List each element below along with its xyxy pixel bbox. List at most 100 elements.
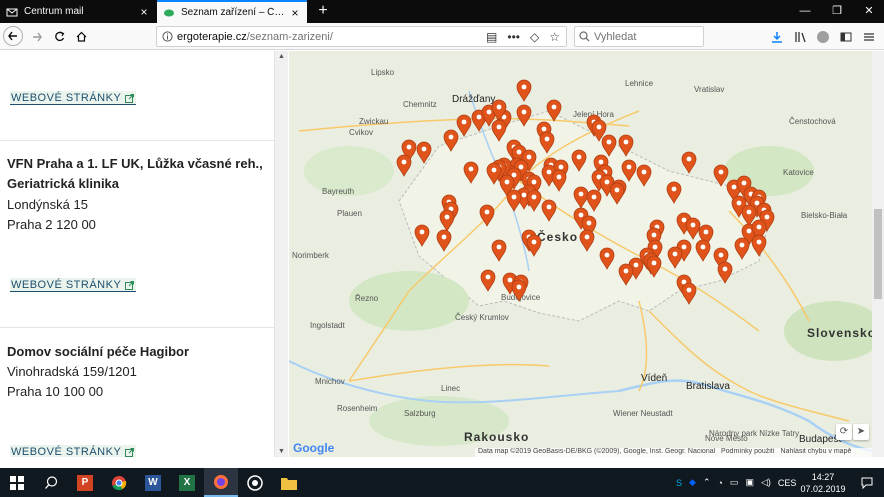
map-label: Mnichov: [315, 377, 345, 386]
website-link[interactable]: WEBOVÉ STRÁNKY: [10, 278, 137, 292]
menu-button[interactable]: [858, 26, 880, 47]
website-link-label: WEBOVÉ STRÁNKY: [11, 446, 122, 457]
dropbox-icon[interactable]: ◆: [689, 477, 696, 488]
facility-list: WEBOVÉ STRÁNKY VFN Praha a 1. LF UK, Lůž…: [0, 51, 274, 457]
minimize-icon[interactable]: —: [790, 0, 820, 23]
new-tab-button[interactable]: +: [312, 0, 334, 23]
network-icon[interactable]: ▣: [745, 477, 754, 488]
page-scrollbar[interactable]: [872, 51, 884, 457]
url-bar[interactable]: ergoterapie.cz/seznam-zarizeni/ ▤ ••• ◇ …: [156, 26, 567, 47]
account-button[interactable]: [812, 26, 834, 47]
website-link[interactable]: WEBOVÉ STRÁNKY: [10, 445, 137, 457]
list-scrollbar[interactable]: ▲ ▼: [274, 51, 288, 457]
close-tab-icon[interactable]: ×: [138, 6, 150, 18]
map-compass-button[interactable]: ➤: [853, 424, 869, 440]
windows-logo-icon: [10, 475, 24, 490]
action-center-button[interactable]: [850, 468, 884, 497]
google-logo[interactable]: Google: [293, 441, 334, 455]
wifi-icon[interactable]: ◔: [717, 478, 722, 488]
website-link-label: WEBOVÉ STRÁNKY: [11, 92, 122, 104]
powerpoint-icon: P: [77, 474, 93, 491]
folder-icon: [281, 477, 297, 490]
skype-icon[interactable]: S: [676, 478, 682, 488]
search-placeholder: Vyhledat: [594, 30, 637, 43]
circle-app-icon: [247, 474, 263, 491]
map-label: Řezno: [355, 294, 379, 303]
tab-strip: Centrum mail × Seznam zařízení – Česká a…: [0, 0, 884, 23]
windows-taskbar: P W X S ◆ ⌃ ◔ ▭ ▣ ◁) CES 14:27 07.02.201…: [0, 468, 884, 497]
external-link-icon: [125, 447, 135, 457]
home-button[interactable]: [70, 26, 92, 47]
scrollbar-thumb[interactable]: [874, 209, 882, 299]
avatar-icon: [817, 30, 829, 43]
taskbar-search-button[interactable]: [34, 468, 68, 497]
pocket-icon[interactable]: ◇: [530, 30, 539, 44]
map-label: Plauen: [337, 209, 362, 218]
page-actions-icon[interactable]: •••: [507, 30, 520, 44]
map-label: Wiener Neustadt: [613, 409, 673, 418]
reader-view-icon[interactable]: ▤: [486, 30, 497, 44]
map-label: Český Krumlov: [455, 313, 509, 322]
taskbar-powerpoint[interactable]: P: [68, 468, 102, 497]
search-input[interactable]: Vyhledat: [574, 26, 704, 47]
forward-button[interactable]: [26, 26, 48, 47]
facility-street: Londýnská 15: [7, 197, 88, 212]
map-canvas[interactable]: Česko Rakousko Slovensko Drážďany Vídeň Brati…: [289, 51, 872, 457]
clock[interactable]: 14:27 07.02.2019: [800, 471, 846, 495]
taskbar-chrome[interactable]: [102, 468, 136, 497]
map-label: Chemnitz: [403, 100, 437, 109]
map-label: Vratislav: [694, 85, 724, 94]
search-icon: [44, 476, 57, 489]
external-link-icon: [125, 93, 135, 103]
language-indicator[interactable]: CES: [778, 478, 797, 488]
start-button[interactable]: [0, 468, 34, 497]
reload-button[interactable]: [48, 26, 70, 47]
terms-link[interactable]: Podmínky použití: [721, 448, 775, 455]
downloads-button[interactable]: [766, 26, 788, 47]
map-label: Zwickau: [359, 117, 388, 126]
close-window-icon[interactable]: ✕: [854, 0, 884, 23]
download-arrow-icon: [772, 31, 782, 43]
map-label: Čenstochová: [789, 117, 836, 126]
map-label: Bielsko-Biała: [801, 211, 848, 220]
map-label: Linec: [441, 384, 460, 393]
map-label: Ingolstadt: [310, 321, 345, 330]
map-label: Rakousko: [464, 430, 529, 444]
map-rotate-button[interactable]: ⟳: [836, 424, 852, 440]
divider: [0, 140, 274, 141]
scroll-up-icon[interactable]: ▲: [278, 53, 285, 60]
map-label: Cvikov: [349, 128, 373, 137]
taskbar-firefox[interactable]: [204, 468, 238, 497]
info-icon[interactable]: [157, 31, 177, 42]
chevron-up-icon[interactable]: ⌃: [703, 477, 711, 488]
facility-name: Domov sociální péče Hagibor: [7, 344, 190, 359]
clock-time: 14:27: [811, 472, 835, 482]
map[interactable]: Česko Rakousko Slovensko Drážďany Vídeň Brati…: [289, 51, 872, 457]
scroll-down-icon[interactable]: ▼: [278, 448, 285, 455]
facility-city: Praha 10 100 00: [7, 384, 104, 399]
site-favicon-icon: [164, 9, 174, 16]
report-error-link[interactable]: Nahlásit chybu v mapě: [781, 448, 852, 455]
map-label: Rosenheim: [337, 404, 378, 413]
library-icon: [795, 31, 806, 42]
map-label: Nové Město: [705, 434, 748, 443]
tab-seznam-zarizeni[interactable]: Seznam zařízení – Česká asociace ergoter…: [157, 0, 307, 23]
sidebar-button[interactable]: [835, 26, 857, 47]
website-link[interactable]: WEBOVÉ STRÁNKY: [10, 91, 137, 105]
taskbar-word[interactable]: W: [136, 468, 170, 497]
taskbar-excel[interactable]: X: [170, 468, 204, 497]
battery-icon[interactable]: ▭: [730, 477, 739, 488]
taskbar-app[interactable]: [238, 468, 272, 497]
library-button[interactable]: [789, 26, 811, 47]
forward-arrow-icon: [33, 32, 42, 41]
external-link-icon: [125, 280, 135, 290]
bookmark-star-icon[interactable]: ☆: [549, 30, 560, 44]
restore-icon[interactable]: ❐: [822, 0, 852, 23]
map-label: Salzburg: [404, 409, 436, 418]
tab-centrum-mail[interactable]: Centrum mail ×: [0, 0, 156, 23]
back-button[interactable]: [3, 26, 23, 46]
volume-icon[interactable]: ◁): [761, 477, 771, 488]
taskbar-file-explorer[interactable]: [272, 468, 306, 497]
notification-icon: [861, 477, 873, 489]
close-tab-icon[interactable]: ×: [289, 7, 301, 19]
